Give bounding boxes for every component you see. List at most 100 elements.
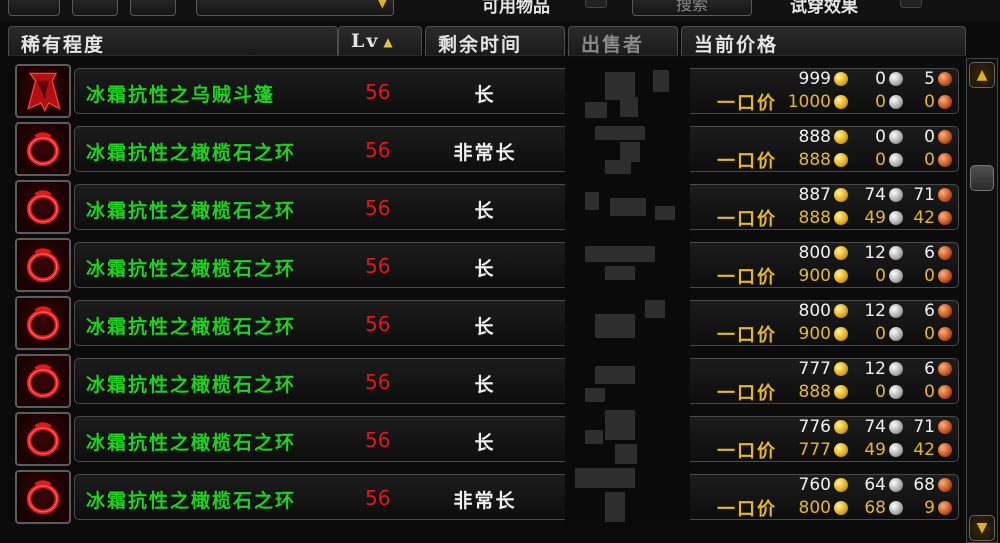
bid-copper: 71 [913,185,935,205]
list-item[interactable]: 冰霜抗性之橄榄石之环 56 长 800 12 6 一口价 900 0 0 [10,236,960,294]
min-level-field[interactable] [8,0,60,16]
buyout-label: 一口价 [717,151,777,172]
bid-gold: 760 [798,475,831,495]
list-item[interactable]: 冰霜抗性之橄榄石之环 56 长 776 74 71 一口价 777 49 42 [10,410,960,468]
header-current-price[interactable]: 当前价格 [681,26,966,56]
category-dropdown[interactable]: ▼ [196,0,394,16]
ring-icon[interactable] [15,180,71,234]
header-level-label: Lv [351,30,380,52]
buyout-gold: 888 [798,150,831,170]
item-time-left: 长 [474,200,496,222]
bid-gold: 776 [798,417,831,437]
silver-coin-icon [889,246,903,260]
pixelated-block [605,266,635,280]
pixelated-block [653,70,669,92]
item-level: 56 [365,138,391,162]
list-item[interactable]: 冰霜抗性之橄榄石之环 56 长 887 74 71 一口价 888 49 42 [10,178,960,236]
pixelated-block [585,246,655,262]
item-price: 999 0 5 一口价 1000 0 0 [685,66,960,116]
pixelated-block [595,314,635,338]
ring-icon[interactable] [15,412,71,466]
gold-coin-icon [834,130,848,144]
usable-items-checkbox[interactable] [585,0,607,8]
buyout-gold: 1000 [787,92,831,112]
item-price: 800 12 6 一口价 900 0 0 [685,298,960,348]
bid-copper: 6 [924,359,935,379]
buyout-silver: 0 [875,382,886,402]
bid-price: 887 74 71 [785,184,954,206]
list-item[interactable]: 冰霜抗性之橄榄石之环 56 长 800 12 6 一口价 900 0 0 [10,294,960,352]
buyout-price: 一口价 888 49 42 [717,207,954,230]
buyout-price: 一口价 900 0 0 [717,323,954,346]
ring-icon[interactable] [15,238,71,292]
list-item[interactable]: 冰霜抗性之橄榄石之环 56 非常长 760 64 68 一口价 800 68 9 [10,468,960,526]
buyout-gold: 900 [798,266,831,286]
list-item[interactable]: 冰霜抗性之橄榄石之环 56 非常长 888 0 0 一口价 888 0 0 [10,120,960,178]
scroll-up-button[interactable]: ▲ [969,62,995,88]
buyout-price: 一口价 800 68 9 [717,497,954,520]
ring-icon[interactable] [15,296,71,350]
item-time-left: 长 [474,316,496,338]
gold-coin-icon [834,95,848,109]
header-seller[interactable]: 出售者 [568,26,678,56]
buyout-label: 一口价 [717,209,777,230]
cloak-icon[interactable] [15,64,71,118]
list-item[interactable]: 冰霜抗性之乌贼斗篷 56 长 999 0 5 一口价 1000 0 0 [10,62,960,120]
max-level-field[interactable] [72,0,118,16]
buyout-silver: 0 [875,92,886,112]
buyout-copper: 0 [924,150,935,170]
buyout-silver: 49 [864,440,886,460]
ring-icon[interactable] [15,122,71,176]
bid-price: 999 0 5 [785,68,954,90]
pixelated-block [585,192,599,210]
buyout-price: 一口价 888 0 0 [717,149,954,172]
bid-copper: 6 [924,243,935,263]
header-time-left-label: 剩余时间 [438,34,523,56]
item-name: 冰霜抗性之橄榄石之环 [86,490,297,512]
ring-icon[interactable] [15,354,71,408]
scroll-thumb[interactable] [970,165,994,191]
item-name: 冰霜抗性之乌贼斗篷 [86,84,276,106]
buyout-silver: 68 [864,498,886,518]
item-name: 冰霜抗性之橄榄石之环 [86,200,297,222]
header-rarity[interactable]: 稀有程度 [8,26,338,56]
item-price: 800 12 6 一口价 900 0 0 [685,240,960,290]
bid-copper: 0 [924,127,935,147]
buyout-silver: 0 [875,324,886,344]
gold-coin-icon [834,304,848,318]
buyout-silver: 0 [875,266,886,286]
seller-pixelated [565,120,690,178]
level-field[interactable] [130,0,176,16]
pixelated-block [585,102,607,118]
copper-coin-icon [938,478,952,492]
item-level: 56 [365,80,391,104]
scroll-down-button[interactable]: ▼ [969,515,995,541]
silver-coin-icon [889,327,903,341]
header-time-left[interactable]: 剩余时间 [425,26,565,56]
silver-coin-icon [889,385,903,399]
copper-coin-icon [938,130,952,144]
chevron-up-icon: ▲ [976,67,988,83]
item-time-left: 非常长 [453,490,517,512]
buyout-price: 一口价 777 49 42 [717,439,954,462]
pixelated-block [595,366,635,384]
copper-coin-icon [938,188,952,202]
list-item[interactable]: 冰霜抗性之橄榄石之环 56 长 777 12 6 一口价 888 0 0 [10,352,960,410]
header-seller-label: 出售者 [581,34,645,56]
gold-coin-icon [834,385,848,399]
search-button[interactable]: 搜索 [632,0,752,16]
seller-pixelated [565,178,690,236]
buyout-gold: 900 [798,324,831,344]
header-current-price-label: 当前价格 [694,34,779,56]
buyout-silver: 0 [875,150,886,170]
item-level: 56 [365,486,391,510]
silver-coin-icon [889,269,903,283]
pixelated-block [595,126,645,140]
scrollbar[interactable]: ▲ ▼ [966,58,998,543]
header-level[interactable]: Lv ▲ [338,26,422,56]
try-on-checkbox[interactable] [900,0,922,8]
ring-icon[interactable] [15,470,71,524]
buyout-copper: 0 [924,324,935,344]
bid-price: 760 64 68 [785,474,954,496]
buyout-price: 一口价 900 0 0 [717,265,954,288]
